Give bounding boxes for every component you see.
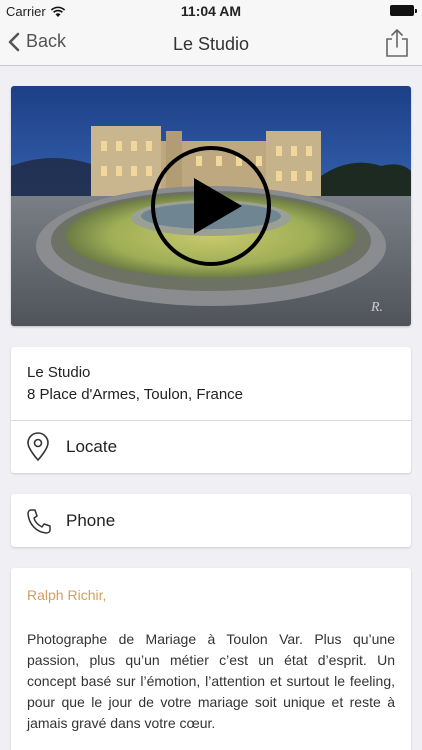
venue-address: 8 Place d'Armes, Toulon, France: [27, 386, 244, 403]
share-icon[interactable]: [384, 28, 410, 58]
description-card: Ralph Richir, Photographe de Mariage à T…: [11, 568, 411, 750]
hero-image: R.: [11, 86, 411, 326]
description-text: Photographe de Mariage à Toulon Var. Plu…: [27, 631, 395, 731]
phone-card: Phone: [11, 494, 411, 547]
phone-icon: [27, 509, 51, 534]
locate-label: Locate: [66, 437, 118, 456]
status-time: 11:04 AM: [180, 3, 242, 19]
hero-video[interactable]: R.: [11, 86, 411, 326]
page-title: Le Studio: [172, 34, 250, 54]
location-pin-icon: [27, 432, 49, 462]
address-card: Le Studio 8 Place d'Armes, Toulon, Franc…: [11, 347, 411, 473]
svg-text:R.: R.: [370, 300, 383, 315]
phone-button[interactable]: Phone: [11, 494, 411, 547]
battery-icon: [390, 5, 417, 16]
locate-button[interactable]: Locate: [11, 421, 411, 473]
venue-name: Le Studio: [27, 364, 91, 381]
author-name: Ralph Richir,: [27, 587, 107, 603]
phone-label: Phone: [66, 511, 116, 530]
navigation-bar: Back Le Studio: [0, 22, 422, 66]
status-bar: Carrier 11:04 AM: [0, 0, 422, 22]
